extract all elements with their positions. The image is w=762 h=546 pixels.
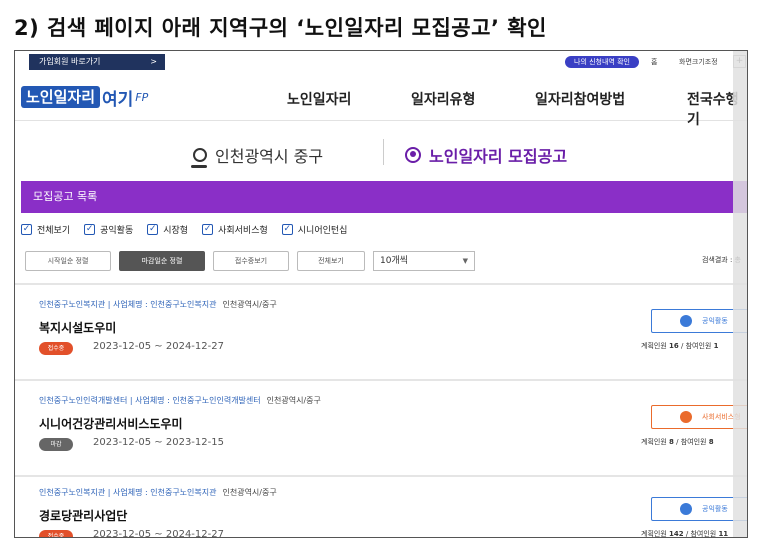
region-location[interactable]: 인천광역시 중구 (191, 143, 324, 168)
filter-all-label: 전체보기 (37, 225, 71, 236)
caret-down-icon: ▼ (462, 257, 468, 265)
filter-all[interactable]: ✓ 전체보기 (21, 221, 70, 237)
region-section-label: 노인일자리 모집공고 (429, 147, 568, 166)
listing-agency-text: 인천중구노인인력개발센터 | 사업체명 : 인천중구노인인력개발센터 (39, 396, 261, 405)
listing-counts: 계획인원 142 / 참여인원 11 (641, 529, 729, 538)
filter-public-label: 공익활동 (100, 225, 134, 236)
show-open-button[interactable]: 접수중보기 (213, 251, 289, 271)
check-icon: ✓ (21, 223, 32, 235)
cloud-icon (680, 411, 692, 423)
main-nav: 노인일자리 여기 FP 노인일자리 일자리유형 일자리참여방법 전국수행기 (15, 75, 747, 128)
listing-card[interactable]: 인천중구노인복지관 | 사업체명 : 인천중구노인복지관 인천광역시/중구 복지시… (15, 285, 747, 379)
check-icon: ✓ (147, 223, 159, 235)
my-application-button[interactable]: 나의 신청내역 확인 (565, 56, 639, 68)
check-icon: ✓ (84, 223, 96, 235)
listing-counts: 계획인원 8 / 참여인원 8 (641, 437, 714, 447)
listing-agency: 인천중구노인복지관 | 사업체명 : 인천중구노인복지관 인천광역시/중구 (39, 487, 277, 498)
join-value: 11 (718, 530, 729, 538)
status-badge: 접수중 (39, 530, 73, 537)
status-badge: 접수중 (39, 342, 73, 355)
site-logo[interactable]: 노인일자리 여기 FP (21, 85, 149, 110)
join-label: / 참여인원 (676, 438, 707, 446)
listing-card[interactable]: 인천중구노인인력개발센터 | 사업체명 : 인천중구노인인력개발센터 인천광역시/… (15, 381, 747, 475)
logo-mark: FP (135, 90, 149, 104)
logo-main: 노인일자리 (21, 86, 101, 108)
filter-social-label: 사회서비스형 (218, 225, 268, 236)
check-icon: ✓ (281, 223, 293, 235)
filter-market-label: 시장형 (163, 225, 189, 236)
list-title-bar: 모집공고 목록 (21, 181, 747, 213)
arrow-right-icon: > (150, 57, 157, 66)
gear-icon (680, 503, 692, 515)
plan-value: 16 (669, 342, 679, 350)
sort-deadline-button[interactable]: 마감일순 정렬 (119, 251, 205, 271)
job-type-label: 공익활동 (702, 317, 728, 325)
job-type-label: 공익활동 (702, 505, 728, 513)
listing-region: 인천광역시/중구 (222, 300, 277, 309)
scroll-fade (733, 51, 747, 537)
region-section: 노인일자리 모집공고 (405, 143, 567, 167)
gear-icon (680, 315, 692, 327)
listing-title[interactable]: 시니어건강관리서비스도우미 (39, 415, 183, 432)
person-circle-icon (405, 147, 421, 163)
listing-period: 2023-12-05 ~ 2023-12-15 (93, 437, 224, 448)
status-badge: 마감 (39, 438, 73, 451)
plan-label: 계획인원 (641, 342, 667, 350)
sort-start-date-button[interactable]: 시작일순 정렬 (25, 251, 111, 271)
region-location-label: 인천광역시 중구 (215, 147, 324, 166)
nav-item-senior-jobs[interactable]: 노인일자리 (287, 89, 351, 109)
region-header: 인천광역시 중구 노인일자리 모집공고 (15, 121, 747, 181)
join-label: / 참여인원 (680, 342, 712, 350)
page-size-select[interactable]: 10개씩 ▼ (373, 251, 475, 271)
listing-region: 인천광역시/중구 (266, 396, 321, 405)
listing-agency-text: 인천중구노인복지관 | 사업체명 : 인천중구노인복지관 (39, 488, 217, 497)
member-shortcut-label: 가입회원 바로가기 (39, 57, 101, 66)
region-divider (383, 139, 384, 165)
plan-value: 142 (669, 530, 684, 538)
logo-tail: 여기 (102, 89, 134, 110)
slide-title: 2) 검색 페이지 아래 지역구의 ‘노인일자리 모집공고’ 확인 (14, 16, 547, 40)
sort-row: 시작일순 정렬 마감일순 정렬 접수중보기 전체보기 10개씩 ▼ 검색결과 :… (25, 251, 741, 273)
utility-bar: 가입회원 바로가기 > 나의 신청내역 확인 홈 화면크기조정 + 원 (15, 51, 747, 73)
filter-intern-label: 시니어인턴십 (297, 225, 348, 236)
show-all-button[interactable]: 전체보기 (297, 251, 365, 271)
type-filters: ✓ 전체보기 ✓ 공익활동 ✓ 시장형 ✓ 사회서비스형 ✓ 시니어인턴십 (21, 221, 347, 237)
listing-period: 2023-12-05 ~ 2024-12-27 (93, 529, 224, 538)
join-value: 8 (708, 438, 714, 446)
join-label: / 참여인원 (685, 530, 717, 538)
listing-agency-text: 인천중구노인복지관 | 사업체명 : 인천중구노인복지관 (39, 300, 217, 309)
home-link[interactable]: 홈 (651, 56, 657, 68)
listing-card[interactable]: 인천중구노인복지관 | 사업체명 : 인천중구노인복지관 인천광역시/중구 경로당… (15, 473, 747, 538)
font-size-link[interactable]: 화면크기조정 (679, 56, 718, 68)
location-pin-icon (191, 148, 207, 168)
filter-market[interactable]: ✓ 시장형 (147, 221, 188, 237)
nav-item-job-types[interactable]: 일자리유형 (411, 89, 475, 109)
listing-title[interactable]: 복지시설도우미 (39, 319, 116, 336)
listing-region: 인천광역시/중구 (222, 488, 277, 497)
listing-counts: 계획인원 16 / 참여인원 1 (641, 341, 718, 351)
nav-item-how-to-join[interactable]: 일자리참여방법 (535, 89, 625, 109)
member-shortcut-button[interactable]: 가입회원 바로가기 > (29, 54, 165, 70)
filter-public[interactable]: ✓ 공익활동 (84, 221, 133, 237)
listing-title[interactable]: 경로당관리사업단 (39, 507, 127, 524)
listing-period: 2023-12-05 ~ 2024-12-27 (93, 341, 224, 352)
listing-agency: 인천중구노인복지관 | 사업체명 : 인천중구노인복지관 인천광역시/중구 (39, 299, 277, 310)
plan-label: 계획인원 (641, 530, 667, 538)
page-size-value: 10개씩 (380, 256, 409, 266)
filter-social[interactable]: ✓ 사회서비스형 (202, 221, 268, 237)
join-value: 1 (713, 342, 719, 350)
website-screenshot: 가입회원 바로가기 > 나의 신청내역 확인 홈 화면크기조정 + 원 노인일자… (14, 50, 748, 538)
filter-intern[interactable]: ✓ 시니어인턴십 (281, 221, 348, 237)
listing-agency: 인천중구노인인력개발센터 | 사업체명 : 인천중구노인인력개발센터 인천광역시/… (39, 395, 321, 406)
plan-value: 8 (669, 438, 674, 446)
check-icon: ✓ (202, 223, 214, 235)
plan-label: 계획인원 (641, 438, 667, 446)
